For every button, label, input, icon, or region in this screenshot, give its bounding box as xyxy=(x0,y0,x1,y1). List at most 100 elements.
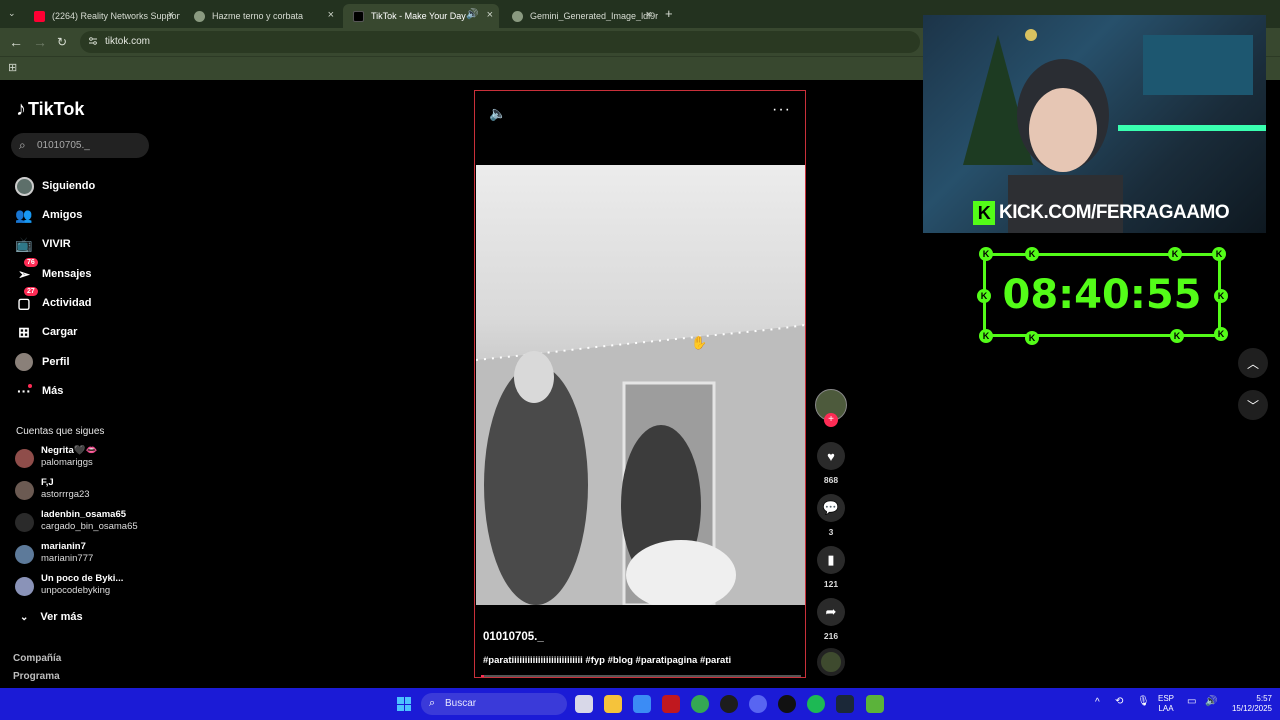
more-options-icon[interactable]: ··· xyxy=(772,101,791,119)
steam-icon[interactable] xyxy=(836,695,854,713)
activity-icon: ▢ 27 xyxy=(14,287,38,313)
comment-button[interactable]: 💬 3 xyxy=(815,494,847,537)
search-value: 01010705._ xyxy=(37,140,90,151)
like-button[interactable]: ♥ 868 xyxy=(815,442,847,485)
share-button[interactable]: ➦ 216 xyxy=(815,598,847,641)
nav-messages[interactable]: ➢ 76 Mensajes xyxy=(14,258,92,286)
discord-icon[interactable] xyxy=(749,695,767,713)
upload-icon: ⊞ xyxy=(18,323,30,340)
close-icon[interactable]: × xyxy=(646,9,652,21)
account-handle: marianin777 xyxy=(41,553,94,564)
tab-search-chevron-icon[interactable]: ⌄ xyxy=(8,8,16,19)
close-icon[interactable]: × xyxy=(168,9,174,21)
account-name: Un poco de Byki... xyxy=(41,573,124,584)
video-author[interactable]: 01010705._ xyxy=(483,631,544,643)
nav-label: Siguiendo xyxy=(42,180,96,192)
minecraft-icon[interactable] xyxy=(866,695,884,713)
network-icon[interactable]: ▭ xyxy=(1187,697,1196,707)
chrome-icon[interactable] xyxy=(691,695,709,713)
messages-badge: 76 xyxy=(24,258,38,267)
file-explorer-icon[interactable] xyxy=(604,695,622,713)
stream-timer: 08:40:55 xyxy=(983,253,1221,337)
nav-friends[interactable]: 👥 Amigos xyxy=(14,203,82,227)
nav-following[interactable]: Siguiendo xyxy=(14,174,95,198)
xbox-icon[interactable] xyxy=(720,695,738,713)
save-button[interactable]: ▮ 121 xyxy=(815,546,847,589)
tab-gemini[interactable]: Gemini_Generated_Image_ldi9r × xyxy=(502,4,658,28)
previous-video-button[interactable]: ︿ xyxy=(1238,348,1268,378)
webcam-overlay: K KICK.COM/FERRAGAAMO xyxy=(923,15,1266,233)
tab-hazme[interactable]: Hazme terno y corbata × xyxy=(184,4,340,28)
windows-start-icon[interactable] xyxy=(397,697,411,711)
video-player[interactable]: 🔈 ··· ✋ 01010705._ #paratiiiiiiiiiiiiiii… xyxy=(474,90,806,678)
speaker-icon[interactable]: 🔊 xyxy=(466,9,478,20)
avatar xyxy=(15,545,34,564)
tab-tiktok[interactable]: TikTok - Make Your Day 🔊 × xyxy=(343,4,499,28)
tray-chevron-up-icon[interactable]: ^ xyxy=(1095,698,1100,708)
nav-upload[interactable]: ⊞ Cargar xyxy=(14,320,77,344)
taskbar-search[interactable]: ⌕ Buscar xyxy=(421,693,567,715)
chevron-down-icon: ﹀ xyxy=(1246,398,1259,413)
language-text: ESP xyxy=(1158,694,1175,703)
microphone-icon[interactable]: 🎙 xyxy=(1137,697,1150,707)
apps-grid-icon[interactable]: ⊞ xyxy=(8,61,17,74)
keyboard-language[interactable]: ESP LAA xyxy=(1158,694,1174,714)
brand-name: TikTok xyxy=(28,99,85,119)
store-icon[interactable] xyxy=(633,695,651,713)
next-video-button[interactable]: ﹀ xyxy=(1238,390,1268,420)
nav-label: Actividad xyxy=(42,297,92,309)
profile-icon xyxy=(14,352,34,372)
activity-badge: 27 xyxy=(24,287,38,296)
account-name: marianin7 xyxy=(41,541,86,552)
nav-more[interactable]: ··· Más xyxy=(14,379,63,403)
account-handle: astorrrga23 xyxy=(41,489,90,500)
search-input[interactable]: ⌕ 01010705._ xyxy=(11,133,149,158)
nav-label: Perfil xyxy=(42,356,70,368)
clock-date: 15/12/2025 xyxy=(1231,704,1272,713)
back-arrow-icon[interactable]: ← xyxy=(9,34,23,50)
tab-youtube[interactable]: (2264) Reality Networks Support × xyxy=(24,4,180,28)
video-frame[interactable]: ✋ xyxy=(476,165,805,605)
footer-link-program[interactable]: Programa xyxy=(13,671,60,682)
follow-plus-icon[interactable]: + xyxy=(824,413,838,427)
nav-activity[interactable]: ▢ 27 Actividad xyxy=(14,287,92,315)
volume-icon[interactable]: 🔈 xyxy=(489,105,506,122)
footer-link-company[interactable]: Compañía xyxy=(13,653,61,664)
video-caption[interactable]: #paratiiiiiiiiiiiiiiiiiiiiiiiiiii #fyp #… xyxy=(483,655,731,666)
creator-avatar[interactable]: + xyxy=(815,389,847,427)
volume-icon[interactable]: 🔊 xyxy=(1205,697,1217,707)
kick-node-icon: K xyxy=(1214,327,1228,341)
nav-profile[interactable]: Perfil xyxy=(14,350,70,374)
cursor-hand-icon: ✋ xyxy=(691,335,708,350)
address-bar[interactable]: tiktok.com xyxy=(80,31,920,53)
video-progress-bar[interactable] xyxy=(481,675,801,677)
tiktok-logo[interactable]: ♪ TikTok xyxy=(16,98,84,121)
kick-node-icon: K xyxy=(979,247,993,261)
tab-title: (2264) Reality Networks Support xyxy=(52,11,180,21)
close-icon[interactable]: × xyxy=(328,9,334,21)
news-app-icon[interactable] xyxy=(662,695,680,713)
close-icon[interactable]: × xyxy=(487,9,493,21)
youtube-icon xyxy=(34,10,45,22)
nav-label: VIVIR xyxy=(42,238,71,250)
comment-count: 3 xyxy=(828,527,834,537)
site-info-icon[interactable] xyxy=(88,36,98,46)
forward-arrow-icon[interactable]: → xyxy=(33,34,47,50)
new-tab-button[interactable]: + xyxy=(665,6,673,21)
url-text: tiktok.com xyxy=(105,36,151,47)
obs-icon[interactable] xyxy=(778,695,796,713)
nav-live[interactable]: 📺 VIVIR xyxy=(14,232,71,256)
taskbar-clock[interactable]: 5:57 15/12/2025 xyxy=(1226,694,1272,714)
nav-label: Mensajes xyxy=(42,268,92,280)
sound-disc[interactable] xyxy=(815,648,847,676)
account-handle: cargado_bin_osama65 xyxy=(41,521,138,532)
tab-title: Hazme terno y corbata xyxy=(212,11,304,21)
task-view-icon[interactable] xyxy=(575,695,593,713)
following-accounts-title: Cuentas que sigues xyxy=(16,426,105,437)
tab-title: Gemini_Generated_Image_ldi9r xyxy=(530,11,658,21)
reload-icon[interactable]: ↻ xyxy=(57,35,67,49)
spotify-icon[interactable] xyxy=(807,695,825,713)
see-more-button[interactable]: ⌄ Ver más xyxy=(20,611,83,623)
like-count: 868 xyxy=(823,475,839,485)
tray-sync-icon[interactable]: ⟲ xyxy=(1115,697,1123,707)
